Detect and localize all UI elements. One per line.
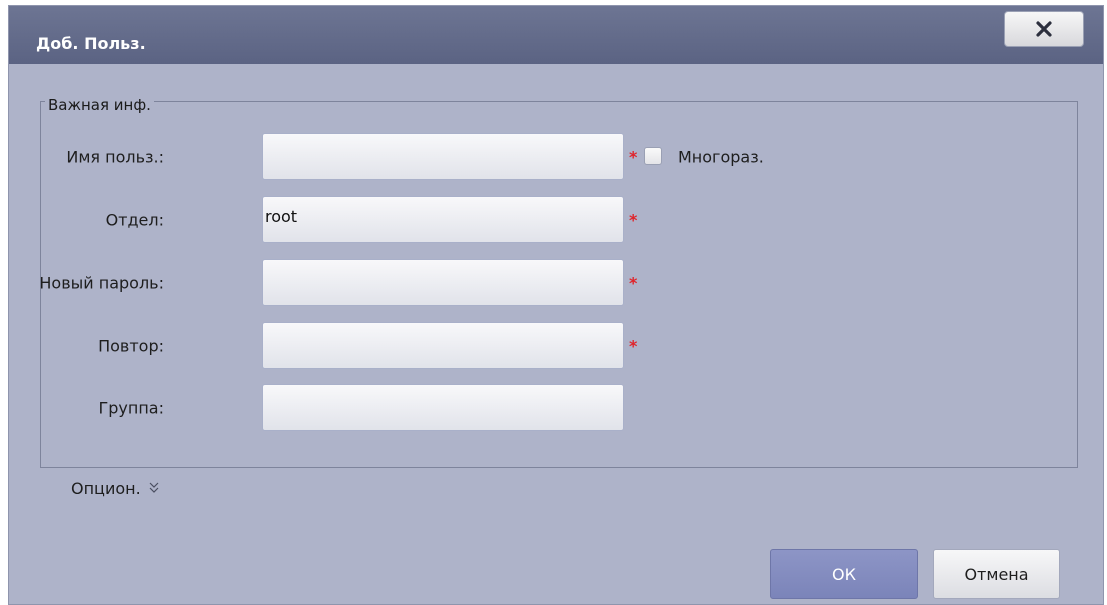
- options-toggle[interactable]: Опцион.: [71, 479, 159, 498]
- title-bar[interactable]: Доб. Польз.: [9, 6, 1103, 64]
- dialog-title: Доб. Польз.: [36, 34, 146, 53]
- department-field[interactable]: root: [262, 196, 624, 243]
- group-row: Группа:: [9, 384, 1009, 431]
- repeat-password-input[interactable]: [262, 322, 624, 369]
- department-label: Отдел:: [105, 210, 164, 229]
- close-button[interactable]: [1004, 11, 1084, 47]
- reusable-checkbox[interactable]: [644, 147, 662, 165]
- repeat-password-row: Повтор: *: [9, 322, 1009, 369]
- cancel-button[interactable]: Отмена: [933, 549, 1060, 599]
- add-user-dialog: Доб. Польз. Важная инф. Имя польз.: * Мн…: [8, 5, 1104, 605]
- department-required-marker: *: [629, 210, 638, 229]
- new-password-input[interactable]: [262, 259, 624, 306]
- reusable-label[interactable]: Многораз.: [678, 147, 764, 166]
- options-label: Опцион.: [71, 479, 141, 498]
- double-chevron-down-icon: [149, 482, 159, 496]
- new-password-required-marker: *: [629, 273, 638, 292]
- department-row: Отдел: root *: [9, 196, 1009, 243]
- group-input[interactable]: [262, 384, 624, 431]
- group-label: Группа:: [98, 398, 165, 417]
- repeat-password-required-marker: *: [629, 336, 638, 355]
- ok-button[interactable]: ОК: [770, 549, 918, 599]
- username-required-marker: *: [629, 147, 638, 166]
- repeat-password-label: Повтор:: [98, 336, 164, 355]
- username-input[interactable]: [262, 133, 624, 180]
- username-label: Имя польз.:: [66, 147, 164, 166]
- new-password-label: Новый пароль:: [39, 273, 164, 292]
- new-password-row: Новый пароль: *: [9, 259, 1009, 306]
- username-row: Имя польз.: * Многораз.: [9, 133, 1009, 180]
- important-info-legend: Важная инф.: [45, 96, 154, 114]
- close-icon: [1036, 21, 1052, 37]
